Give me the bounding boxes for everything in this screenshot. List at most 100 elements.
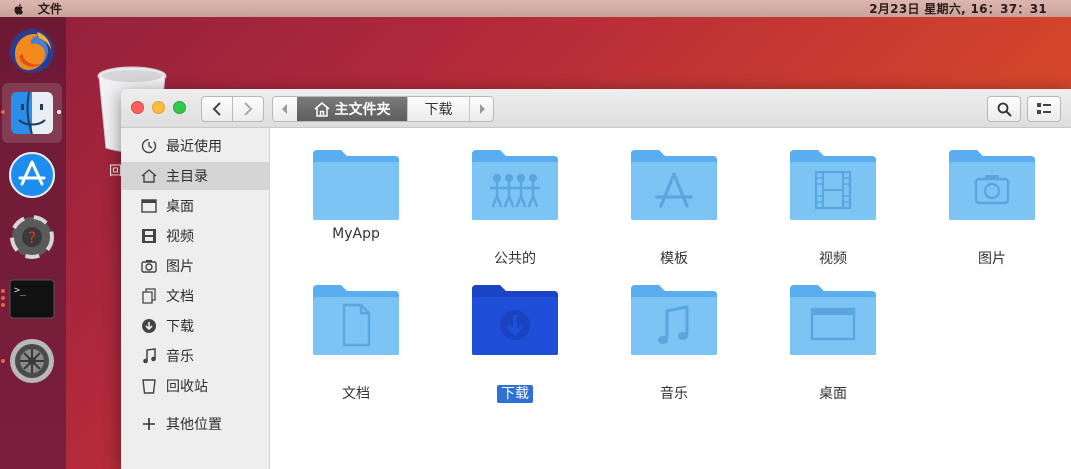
svg-text:>_: >_ <box>14 285 27 296</box>
sidebar-item-pictures[interactable]: 图片 <box>121 252 270 280</box>
sidebar-item-home[interactable]: 主目录 <box>121 162 270 190</box>
documents-folder-icon <box>313 285 399 355</box>
top-menu-bar: 文件 2月23日 星期六, 16：37：31 <box>0 0 1071 17</box>
breadcrumb-scroll-right[interactable] <box>469 97 493 121</box>
sidebar-item-label: 回收站 <box>166 379 208 395</box>
settings-icon <box>10 339 54 383</box>
running-indicator <box>1 289 5 293</box>
sidebar-item-desktop[interactable]: 桌面 <box>121 192 270 220</box>
running-indicator <box>1 110 5 114</box>
sidebar-item-label: 桌面 <box>166 199 194 215</box>
apple-icon[interactable] <box>10 2 28 16</box>
finder-icon <box>11 91 53 135</box>
file-item[interactable]: MyApp <box>291 138 421 268</box>
settings-launcher[interactable] <box>2 331 62 391</box>
file-item[interactable]: 视频 <box>768 138 898 268</box>
caret-left-icon <box>282 104 287 114</box>
breadcrumb-home[interactable]: 主文件夹 <box>297 97 407 121</box>
sidebar-item-trash[interactable]: 回收站 <box>121 372 270 400</box>
running-indicator <box>1 303 5 307</box>
sidebar-item-recent[interactable]: 最近使用 <box>121 132 270 160</box>
music-folder-icon <box>631 285 717 355</box>
places-sidebar: 最近使用 主目录 桌面 视频 图片 文档 下载 音乐 回收站 其他位置 <box>121 128 270 469</box>
files-launcher[interactable] <box>2 83 62 143</box>
app-store-icon <box>9 152 55 198</box>
file-menu[interactable]: 文件 <box>38 0 62 17</box>
desktop-folder-icon <box>790 285 876 355</box>
breadcrumb-scroll-left[interactable] <box>273 97 297 121</box>
close-button[interactable] <box>131 101 144 114</box>
videos-folder-icon <box>790 150 876 220</box>
app-store-launcher[interactable] <box>2 145 62 205</box>
recent-icon <box>141 138 157 154</box>
file-item[interactable]: 图片 <box>927 138 1057 268</box>
templates-folder-icon <box>631 150 717 220</box>
sidebar-item-music[interactable]: 音乐 <box>121 342 270 370</box>
sidebar-item-label: 文档 <box>166 289 194 305</box>
breadcrumb-current[interactable]: 下载 <box>407 97 469 121</box>
search-button[interactable] <box>987 96 1021 122</box>
caret-right-icon <box>479 104 485 114</box>
running-indicator <box>1 296 5 300</box>
file-item[interactable]: 音乐 <box>609 273 739 403</box>
file-item[interactable]: 文档 <box>291 273 421 403</box>
file-label: 公共的 <box>494 251 536 267</box>
minimize-button[interactable] <box>152 101 165 114</box>
file-item[interactable]: 公共的 <box>450 138 580 268</box>
document-icon <box>142 288 156 304</box>
sidebar-item-label: 其他位置 <box>166 417 222 433</box>
terminal-icon: >_ <box>9 279 55 319</box>
public-folder-icon <box>472 150 558 220</box>
sidebar-item-other-locations[interactable]: 其他位置 <box>121 410 270 438</box>
plus-icon <box>143 418 155 430</box>
chevron-right-icon <box>244 102 253 116</box>
file-label: 下载 <box>450 383 580 403</box>
sidebar-item-label: 主目录 <box>166 169 208 185</box>
file-item[interactable]: 桌面 <box>768 273 898 403</box>
maximize-button[interactable] <box>173 101 186 114</box>
file-manager-window: 主文件夹 下载 最近使用 主目录 桌面 视频 图片 文档 下载 音乐 回收站 其… <box>121 89 1071 469</box>
breadcrumb-home-label: 主文件夹 <box>334 102 391 118</box>
sidebar-item-label: 视频 <box>166 229 194 245</box>
firefox-launcher[interactable] <box>2 21 62 81</box>
breadcrumb: 主文件夹 下载 <box>272 96 494 122</box>
pictures-folder-icon <box>949 150 1035 220</box>
file-item[interactable]: 模板 <box>609 138 739 268</box>
running-indicator <box>1 359 5 363</box>
clock[interactable]: 2月23日 星期六, 16：37：31 <box>869 0 1047 17</box>
file-label: 视频 <box>819 251 847 267</box>
sidebar-item-downloads[interactable]: 下载 <box>121 312 270 340</box>
sidebar-item-label: 图片 <box>166 259 194 275</box>
svg-text:?: ? <box>28 228 37 247</box>
downloads-folder-icon <box>472 285 558 355</box>
file-label: 音乐 <box>660 386 688 402</box>
video-icon <box>142 229 156 243</box>
terminal-launcher[interactable]: >_ <box>2 269 62 329</box>
file-item[interactable]: 下载 <box>450 273 580 403</box>
file-label: 图片 <box>978 251 1006 267</box>
firefox-icon <box>10 29 54 73</box>
launcher-dock: ? >_ <box>0 17 66 469</box>
file-label: 模板 <box>660 251 688 267</box>
sidebar-item-label: 音乐 <box>166 349 194 365</box>
back-button[interactable] <box>201 96 233 122</box>
file-grid: MyApp 公共的 模板 视频 图片 文档 下载 音乐 桌面 <box>271 128 1071 469</box>
folder-icon <box>313 150 399 220</box>
window-titlebar[interactable]: 主文件夹 下载 <box>121 89 1071 128</box>
home-icon <box>314 101 329 117</box>
music-icon <box>143 348 156 364</box>
forward-button[interactable] <box>232 96 264 122</box>
trash-icon <box>142 379 156 394</box>
file-label: 桌面 <box>819 386 847 402</box>
file-label: 文档 <box>342 386 370 402</box>
view-options-button[interactable] <box>1027 96 1061 122</box>
sidebar-item-documents[interactable]: 文档 <box>121 282 270 310</box>
search-icon <box>997 102 1012 117</box>
help-launcher[interactable]: ? <box>2 207 62 267</box>
desktop-icon <box>141 199 157 213</box>
file-label: MyApp <box>332 226 380 242</box>
download-icon <box>142 319 156 333</box>
sidebar-item-label: 最近使用 <box>166 139 222 155</box>
sidebar-item-videos[interactable]: 视频 <box>121 222 270 250</box>
help-icon: ? <box>10 215 54 259</box>
